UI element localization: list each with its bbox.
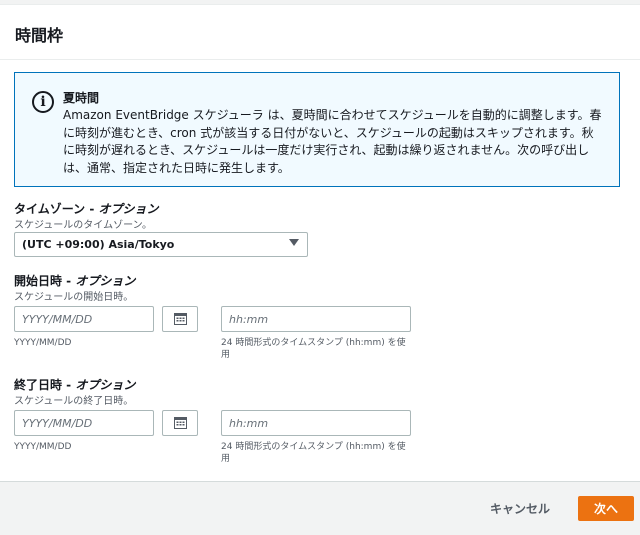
end-time-input[interactable]: hh:mm xyxy=(221,410,411,436)
start-time-hint: 24 時間形式のタイムスタンプ (hh:mm) を使用 xyxy=(221,338,406,360)
start-time-input[interactable]: hh:mm xyxy=(221,306,411,332)
end-date-label: 終了日時 - オプション xyxy=(14,376,135,393)
start-calendar-button[interactable] xyxy=(162,306,198,332)
start-date-description: スケジュールの開始日時。 xyxy=(14,292,134,303)
end-calendar-button[interactable] xyxy=(162,410,198,436)
cancel-button[interactable]: キャンセル xyxy=(490,500,550,517)
timezone-label-text: タイムゾーン - xyxy=(14,202,99,216)
end-date-optional: オプション xyxy=(75,378,136,392)
info-text: Amazon EventBridge スケジューラ は、夏時間に合わせてスケジュ… xyxy=(63,108,602,175)
info-icon: i xyxy=(32,91,54,113)
caret-down-icon xyxy=(289,239,299,246)
timezone-optional: オプション xyxy=(98,202,159,216)
end-time-hint: 24 時間形式のタイムスタンプ (hh:mm) を使用 xyxy=(221,442,406,464)
end-date-label-text: 終了日時 - xyxy=(14,378,76,392)
daylight-saving-info-box: i 夏時間 Amazon EventBridge スケジューラ は、夏時間に合わ… xyxy=(14,72,620,187)
start-time-placeholder: hh:mm xyxy=(229,313,269,326)
calendar-icon xyxy=(173,417,187,429)
start-date-hint: YYYY/MM/DD xyxy=(14,338,72,348)
end-date-input[interactable]: YYYY/MM/DD xyxy=(14,410,154,436)
start-date-label-text: 開始日時 - xyxy=(14,274,76,288)
start-date-input[interactable]: YYYY/MM/DD xyxy=(14,306,154,332)
end-time-placeholder: hh:mm xyxy=(229,417,269,430)
section-title: 時間枠 xyxy=(15,26,64,45)
panel-header: 時間枠 xyxy=(0,5,640,60)
start-date-label: 開始日時 - オプション xyxy=(14,272,135,289)
calendar-icon xyxy=(173,313,187,325)
timezone-value: (UTC +09:00) Asia/Tokyo xyxy=(22,238,175,251)
start-date-optional: オプション xyxy=(75,274,136,288)
timezone-description: スケジュールのタイムゾーン。 xyxy=(14,220,152,231)
end-date-description: スケジュールの終了日時。 xyxy=(14,396,134,407)
start-date-placeholder: YYYY/MM/DD xyxy=(22,313,93,326)
info-title: 夏時間 xyxy=(63,91,100,105)
timezone-select[interactable]: (UTC +09:00) Asia/Tokyo xyxy=(14,232,308,257)
timezone-label: タイムゾーン - オプション xyxy=(14,200,159,217)
end-date-hint: YYYY/MM/DD xyxy=(14,442,72,452)
next-button[interactable]: 次へ xyxy=(578,496,634,521)
end-date-placeholder: YYYY/MM/DD xyxy=(22,417,93,430)
